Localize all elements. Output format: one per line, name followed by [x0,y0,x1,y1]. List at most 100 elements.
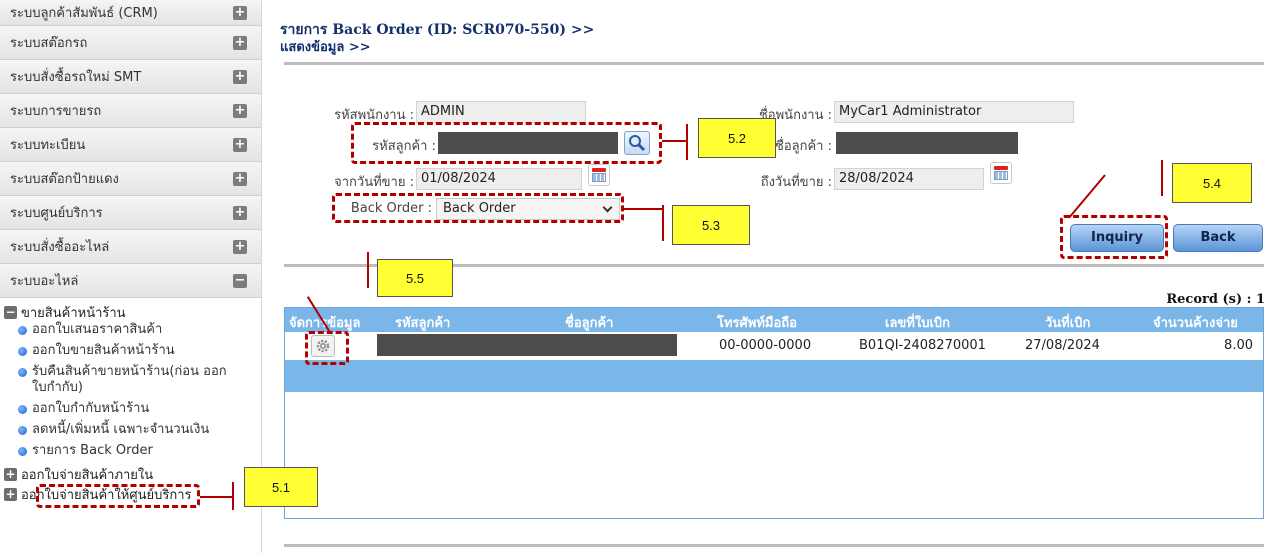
col-customer-code: รหัสลูกค้า [395,316,451,331]
divider [284,544,1264,547]
page-title-text: รายการ Back Order (ID: SCR070-550) >> [280,22,595,38]
submenu-internal-issue[interactable]: + ออกใบจ่ายสินค้าภายใน [0,464,261,484]
callout-tag-5-4: 5.4 [1172,163,1252,203]
col-doc-no: เลขที่ใบเบิก [885,316,951,331]
search-icon [629,135,646,152]
inquiry-button[interactable]: Inquiry [1070,224,1164,252]
date-from-input[interactable]: 01/08/2024 [416,168,582,190]
sub-item-invoice[interactable]: ออกใบกำกับหน้าร้าน [0,401,261,417]
callout-tag-5-5: 5.5 [377,259,453,297]
callout-line [662,140,686,142]
chevron-down-icon [602,202,613,213]
record-count: Record (s) : 1 [1166,292,1265,307]
menu-parts-order[interactable]: ระบบสั่งซื้ออะไหล่ + [0,230,261,264]
manage-button[interactable] [311,335,335,357]
menu-smt-order[interactable]: ระบบสั่งซื้อรถใหม่ SMT + [0,60,261,94]
result-grid: จัดการข้อมูล รหัสลูกค้า ชื่อลูกค้า โทรศั… [284,307,1264,519]
back-order-selected: Back Order [443,201,516,216]
date-to-input[interactable]: 28/08/2024 [834,168,984,190]
menu-label: ระบบทะเบียน [10,138,86,153]
menu-label: ระบบลูกค้าสัมพันธ์ (CRM) [10,6,158,21]
menu-service-center[interactable]: ระบบศูนย์บริการ + [0,196,261,230]
collapse-icon[interactable]: − [233,273,247,288]
page-subtitle: แสดงข้อมูล >> [280,40,371,55]
bullet-icon [18,347,27,356]
date-to-label: ถึงวันที่ขาย : [760,175,832,190]
submenu-header-counter-sales[interactable]: − ขายสินค้าหน้าร้าน [0,302,261,322]
calendar-from-button[interactable] [588,164,610,186]
bullet-icon [18,326,27,335]
page-title: รายการ Back Order (ID: SCR070-550) >> แส… [280,22,594,56]
col-qty: จำนวนค้างจ่าย [1153,316,1238,331]
sub-item-return[interactable]: รับคืนสินค้าขายหน้าร้าน(ก่อน ออกใบกำกับ) [0,364,261,396]
menu-label: ระบบสั่งซื้อรถใหม่ SMT [10,70,142,85]
expand-icon[interactable]: + [233,239,247,254]
callout-line [1161,160,1163,196]
gear-icon [316,339,330,353]
divider [284,62,1264,65]
callout-line [367,252,369,288]
callout-line [686,124,688,160]
callout-tag-5-2: 5.2 [698,118,776,158]
employee-name-field: MyCar1 Administrator [834,101,1074,123]
submenu-label: ออกใบจ่ายสินค้าให้ศูนย์บริการ [21,487,192,503]
table-row[interactable]: 00-0000-0000 B01QI-2408270001 27/08/2024… [285,332,1263,360]
menu-red-plate[interactable]: ระบบสต๊อกป้ายแดง + [0,162,261,196]
cell-mobile: 00-0000-0000 [719,338,812,353]
expand-icon[interactable]: + [4,467,17,481]
col-date: วันที่เบิก [1045,316,1091,331]
bullet-icon [18,368,27,377]
sub-item-back-order[interactable]: รายการ Back Order [0,443,261,459]
menu-label: ระบบศูนย์บริการ [10,206,103,221]
expand-icon[interactable]: + [233,103,247,118]
customer-code-input[interactable] [438,132,618,154]
expand-icon[interactable]: + [233,5,247,20]
sub-item-credit-debit[interactable]: ลดหนี้/เพิ่มหนี้ เฉพาะจำนวนเงิน [0,422,261,438]
customer-code-label: รหัสลูกค้า : [372,139,436,154]
submenu-service-issue[interactable]: + ออกใบจ่ายสินค้าให้ศูนย์บริการ [0,484,261,504]
collapse-icon[interactable]: − [4,305,17,319]
submenu-header-label: ขายสินค้าหน้าร้าน [21,305,126,321]
calendar-to-button[interactable] [990,162,1012,184]
date-from-label: จากวันที่ขาย : [334,175,414,190]
back-order-label: Back Order : [350,201,432,216]
expand-icon[interactable]: + [233,69,247,84]
expand-icon[interactable]: + [233,137,247,152]
calendar-icon [994,166,1008,170]
cell-date: 27/08/2024 [1025,338,1100,353]
search-customer-button[interactable] [624,131,650,155]
callout-line [200,496,232,498]
back-button[interactable]: Back [1173,224,1263,252]
callout-tag-5-3: 5.3 [672,205,750,245]
back-order-select[interactable]: Back Order [436,198,620,220]
bullet-icon [18,426,27,435]
cell-doc-no: B01QI-2408270001 [859,338,986,353]
bullet-icon [18,405,27,414]
parts-submenu: − ขายสินค้าหน้าร้าน ออกใบเสนอราคาสินค้า อ… [0,298,261,504]
menu-car-stock[interactable]: ระบบสต๊อกรถ + [0,26,261,60]
expand-icon[interactable]: + [233,171,247,186]
menu-parts[interactable]: ระบบอะไหล่ − [0,264,261,298]
callout-line [662,205,664,241]
menu-label: ระบบอะไหล่ [10,274,79,289]
callout-line [232,482,234,510]
sub-item-label: ออกใบกำกับหน้าร้าน [32,401,150,416]
menu-registration[interactable]: ระบบทะเบียน + [0,128,261,162]
employee-code-field: ADMIN [416,101,586,123]
expand-icon[interactable]: + [4,487,17,501]
expand-icon[interactable]: + [233,205,247,220]
sub-item-counter-sale[interactable]: ออกใบขายสินค้าหน้าร้าน [0,343,261,359]
grid-footer-band [285,360,1263,392]
menu-label: ระบบสั่งซื้ออะไหล่ [10,240,110,255]
col-mobile: โทรศัพท์มือถือ [717,316,797,331]
sub-item-label: ออกใบขายสินค้าหน้าร้าน [32,343,175,358]
menu-label: ระบบการขายรถ [10,104,102,119]
sub-item-quotation[interactable]: ออกใบเสนอราคาสินค้า [0,322,261,338]
sub-item-label: ออกใบเสนอราคาสินค้า [32,322,163,337]
menu-car-sales[interactable]: ระบบการขายรถ + [0,94,261,128]
menu-crm[interactable]: ระบบลูกค้าสัมพันธ์ (CRM) + [0,0,261,26]
employee-code-label: รหัสพนักงาน : [334,108,414,123]
customer-name-field [836,132,1018,154]
cell-qty: 8.00 [1224,338,1253,353]
expand-icon[interactable]: + [233,35,247,50]
